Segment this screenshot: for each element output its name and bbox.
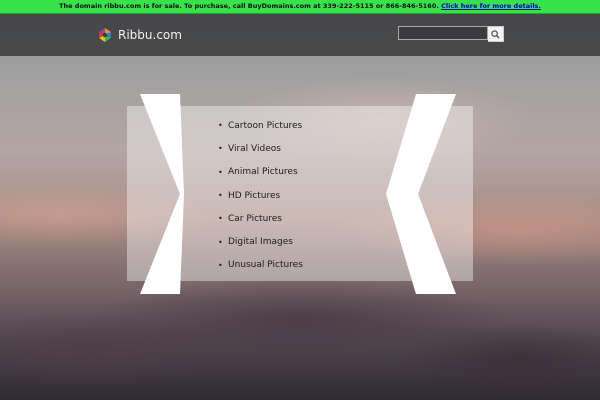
list-item: • Animal Pictures bbox=[218, 161, 303, 184]
list-item: • Viral Videos bbox=[218, 137, 303, 160]
link-viral-videos[interactable]: Viral Videos bbox=[228, 144, 281, 154]
category-links: • Cartoon Pictures • Viral Videos • Animal … bbox=[218, 114, 303, 277]
search-form bbox=[398, 26, 504, 42]
search-button[interactable] bbox=[488, 26, 504, 42]
logo-text: Ribbu.com bbox=[118, 28, 182, 42]
link-car-pictures[interactable]: Car Pictures bbox=[228, 214, 282, 224]
search-icon bbox=[491, 29, 500, 39]
link-hd-pictures[interactable]: HD Pictures bbox=[228, 191, 280, 201]
site-logo[interactable]: Ribbu.com bbox=[97, 27, 182, 43]
chevron-left-icon bbox=[386, 94, 456, 294]
bullet-icon: • bbox=[218, 237, 223, 247]
logo-icon bbox=[99, 28, 111, 42]
list-item: • HD Pictures bbox=[218, 184, 303, 207]
sale-banner-text: The domain ribbu.com is for sale. To pur… bbox=[59, 2, 439, 10]
more-details-link[interactable]: Click here for more details. bbox=[441, 2, 541, 10]
list-item: • Cartoon Pictures bbox=[218, 114, 303, 137]
bullet-icon: • bbox=[218, 191, 223, 201]
list-item: • Unusual Pictures bbox=[218, 254, 303, 277]
bullet-icon: • bbox=[218, 144, 223, 154]
list-item: • Car Pictures bbox=[218, 207, 303, 230]
bullet-icon: • bbox=[218, 167, 223, 177]
domain-sale-banner: The domain ribbu.com is for sale. To pur… bbox=[0, 0, 600, 14]
link-animal-pictures[interactable]: Animal Pictures bbox=[228, 167, 298, 177]
link-cartoon-pictures[interactable]: Cartoon Pictures bbox=[228, 121, 302, 131]
link-unusual-pictures[interactable]: Unusual Pictures bbox=[228, 260, 303, 270]
site-header: Ribbu.com bbox=[0, 14, 600, 56]
search-input[interactable] bbox=[398, 26, 488, 40]
link-digital-images[interactable]: Digital Images bbox=[228, 237, 293, 247]
bullet-icon: • bbox=[218, 121, 223, 131]
bullet-icon: • bbox=[218, 260, 223, 270]
chevron-right-icon bbox=[140, 94, 184, 294]
list-item: • Digital Images bbox=[218, 230, 303, 253]
bullet-icon: • bbox=[218, 214, 223, 224]
